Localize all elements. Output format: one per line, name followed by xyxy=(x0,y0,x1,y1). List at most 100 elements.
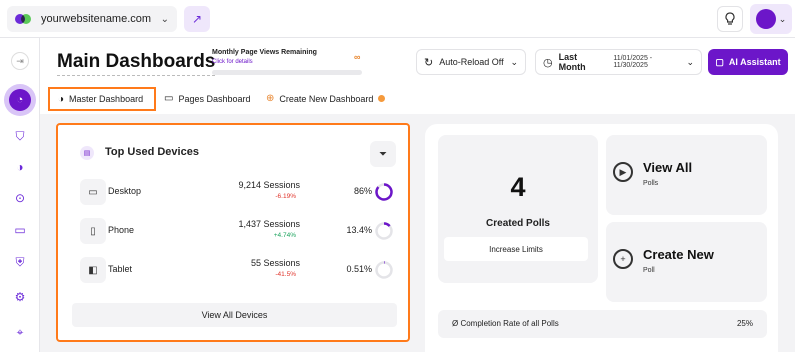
device-name: Tablet xyxy=(108,264,133,274)
list-item: ▯ Phone 1,437 Sessions +4.74% 13.4% xyxy=(80,217,393,247)
clock-icon: ◷ xyxy=(543,56,553,69)
spiral-icon: ◑ xyxy=(16,160,24,174)
filter-icon: ⏷ xyxy=(379,148,387,160)
tablet-icon: ◧ xyxy=(80,257,106,283)
avatar xyxy=(755,9,776,29)
page-title: Main Dashboards xyxy=(57,51,216,76)
website-name: yourwebsitename.com xyxy=(41,13,152,25)
tile-subtitle: Polls xyxy=(643,180,659,187)
nav-security[interactable]: ⛨ xyxy=(8,250,32,274)
create-new-poll-tile[interactable]: + Create New Poll xyxy=(606,222,767,302)
device-sessions: 1,437 Sessions xyxy=(238,219,300,229)
device-percent: 13.4% xyxy=(346,225,372,235)
website-selector[interactable]: yourwebsitename.com ⌄ xyxy=(7,6,177,32)
device-share-ring xyxy=(375,222,393,240)
dashboard-icon: ◔ xyxy=(9,89,31,111)
device-sessions: 55 Sessions xyxy=(250,258,300,268)
collapse-nav-button[interactable]: ⇥ xyxy=(11,52,29,70)
shield-icon: ⛨ xyxy=(15,254,25,269)
completion-rate-row: Ø Completion Rate of all Polls 25% xyxy=(438,310,767,338)
chevron-down-icon: ⌄ xyxy=(686,56,694,67)
target-icon: ⊙ xyxy=(14,191,26,205)
chevron-down-icon: ⌄ xyxy=(778,13,787,24)
period-label: Last Month xyxy=(558,52,586,72)
auto-reload-dropdown[interactable]: ↻ Auto-Reload Off ⌄ xyxy=(416,49,526,75)
nav-analytics[interactable]: ◑ xyxy=(8,155,32,179)
created-polls-label: Created Polls xyxy=(486,218,550,229)
device-percent: 86% xyxy=(353,186,372,196)
device-sessions: 9,214 Sessions xyxy=(238,180,300,190)
nav-settings[interactable]: ⚙ xyxy=(8,285,32,309)
tile-title: Create New xyxy=(643,247,714,262)
ai-assistant-label: AI Assistant xyxy=(728,57,781,67)
quota-progress-bar xyxy=(212,70,362,75)
completion-rate-label: Ø Completion Rate of all Polls xyxy=(452,319,559,328)
lightbulb-icon xyxy=(725,12,735,25)
bag-icon: ⛉ xyxy=(15,128,25,143)
user-menu[interactable]: ⌄ xyxy=(750,4,792,34)
tile-subtitle: Poll xyxy=(643,267,655,274)
map-pin-icon: ⌖ xyxy=(16,324,24,339)
list-item: ▭ Desktop 9,214 Sessions -6.19% 86% xyxy=(80,178,393,208)
created-polls-tile: 4 Created Polls Increase Limits xyxy=(438,135,598,283)
device-name: Desktop xyxy=(108,186,142,196)
plus-circle-icon: + xyxy=(613,249,633,269)
list-item: ◧ Tablet 55 Sessions -41.5% 0.51% xyxy=(80,256,393,286)
message-icon: ▭ xyxy=(14,223,26,237)
quota-value: ∞ xyxy=(354,52,361,62)
tab-label: Master Dashboard xyxy=(69,94,144,104)
tile-title: View All xyxy=(643,160,693,175)
completion-rate-value: 25% xyxy=(736,319,753,328)
notification-dot xyxy=(378,95,386,102)
chevron-down-icon: ⌄ xyxy=(510,56,518,67)
device-card-icon: ▤ xyxy=(80,146,94,160)
tips-button[interactable] xyxy=(717,6,743,32)
spiral-icon: ◑ xyxy=(58,93,65,105)
card-title: Top Used Devices xyxy=(105,146,199,158)
auto-reload-label: Auto-Reload Off xyxy=(439,57,504,67)
quota-label: Monthly Page Views Remaining xyxy=(212,49,317,56)
tab-label: Pages Dashboard xyxy=(178,93,251,104)
nav-shop[interactable]: ⛉ xyxy=(8,124,32,148)
view-all-devices-button[interactable]: View All Devices xyxy=(72,303,397,327)
device-change: -41.5% xyxy=(275,271,296,278)
tab-create-new-dashboard[interactable]: ⊕ Create New Dashboard xyxy=(266,89,386,108)
tab-pages-dashboard[interactable]: ▭ Pages Dashboard xyxy=(164,89,251,108)
ai-assistant-button[interactable]: ▢ AI Assistant xyxy=(708,49,788,75)
nav-messages[interactable]: ▭ xyxy=(8,218,32,242)
gear-icon: ⚙ xyxy=(14,290,26,304)
plus-circle-icon: ⊕ xyxy=(266,93,275,104)
date-range-picker[interactable]: ◷ Last Month 11/01/2025 - 11/30/2025 ⌄ xyxy=(535,49,702,75)
created-polls-count: 4 xyxy=(510,172,526,202)
nav-location[interactable]: ⌖ xyxy=(8,320,32,344)
reload-icon: ↻ xyxy=(424,56,434,69)
tab-master-dashboard[interactable]: ◑ Master Dashboard xyxy=(48,87,156,111)
chevron-down-icon: ⌄ xyxy=(160,13,169,25)
increase-limits-button[interactable]: Increase Limits xyxy=(444,237,588,261)
device-share-ring xyxy=(375,183,393,201)
nav-dashboard[interactable]: ◔ xyxy=(4,84,36,116)
polls-card: 4 Created Polls Increase Limits ▶ View A… xyxy=(425,124,778,352)
date-range: 11/01/2025 - 11/30/2025 xyxy=(613,55,653,69)
site-logo-icon xyxy=(15,13,31,25)
tab-label: Create New Dashboard xyxy=(279,93,374,104)
ring-track xyxy=(375,261,393,279)
top-used-devices-card: ▤ Top Used Devices ⏷ ▭ Desktop 9,214 Ses… xyxy=(56,123,410,342)
view-all-polls-tile[interactable]: ▶ View All Polls xyxy=(606,135,767,215)
device-percent: 0.51% xyxy=(346,264,372,274)
left-navigation: ⇥ ◔ ⛉ ◑ ⊙ ▭ ⛨ ⚙ ⌖ xyxy=(0,38,40,352)
top-bar: yourwebsitename.com ⌄ ↗ ⌄ xyxy=(0,0,795,38)
quota-details-link[interactable]: Click for details xyxy=(212,59,253,65)
chat-icon: ▢ xyxy=(715,56,724,67)
dashboard-content: ▤ Top Used Devices ⏷ ▭ Desktop 9,214 Ses… xyxy=(40,114,795,352)
open-external-button[interactable]: ↗ xyxy=(184,6,210,32)
device-share-ring xyxy=(375,261,393,279)
video-icon: ▭ xyxy=(164,93,174,104)
device-change: +4.74% xyxy=(273,232,296,239)
external-link-icon: ↗ xyxy=(191,12,203,26)
device-name: Phone xyxy=(108,225,135,235)
nav-focus[interactable]: ⊙ xyxy=(8,186,32,210)
device-change: -6.19% xyxy=(275,193,296,200)
filter-button[interactable]: ⏷ xyxy=(370,141,396,167)
phone-icon: ▯ xyxy=(80,218,106,244)
